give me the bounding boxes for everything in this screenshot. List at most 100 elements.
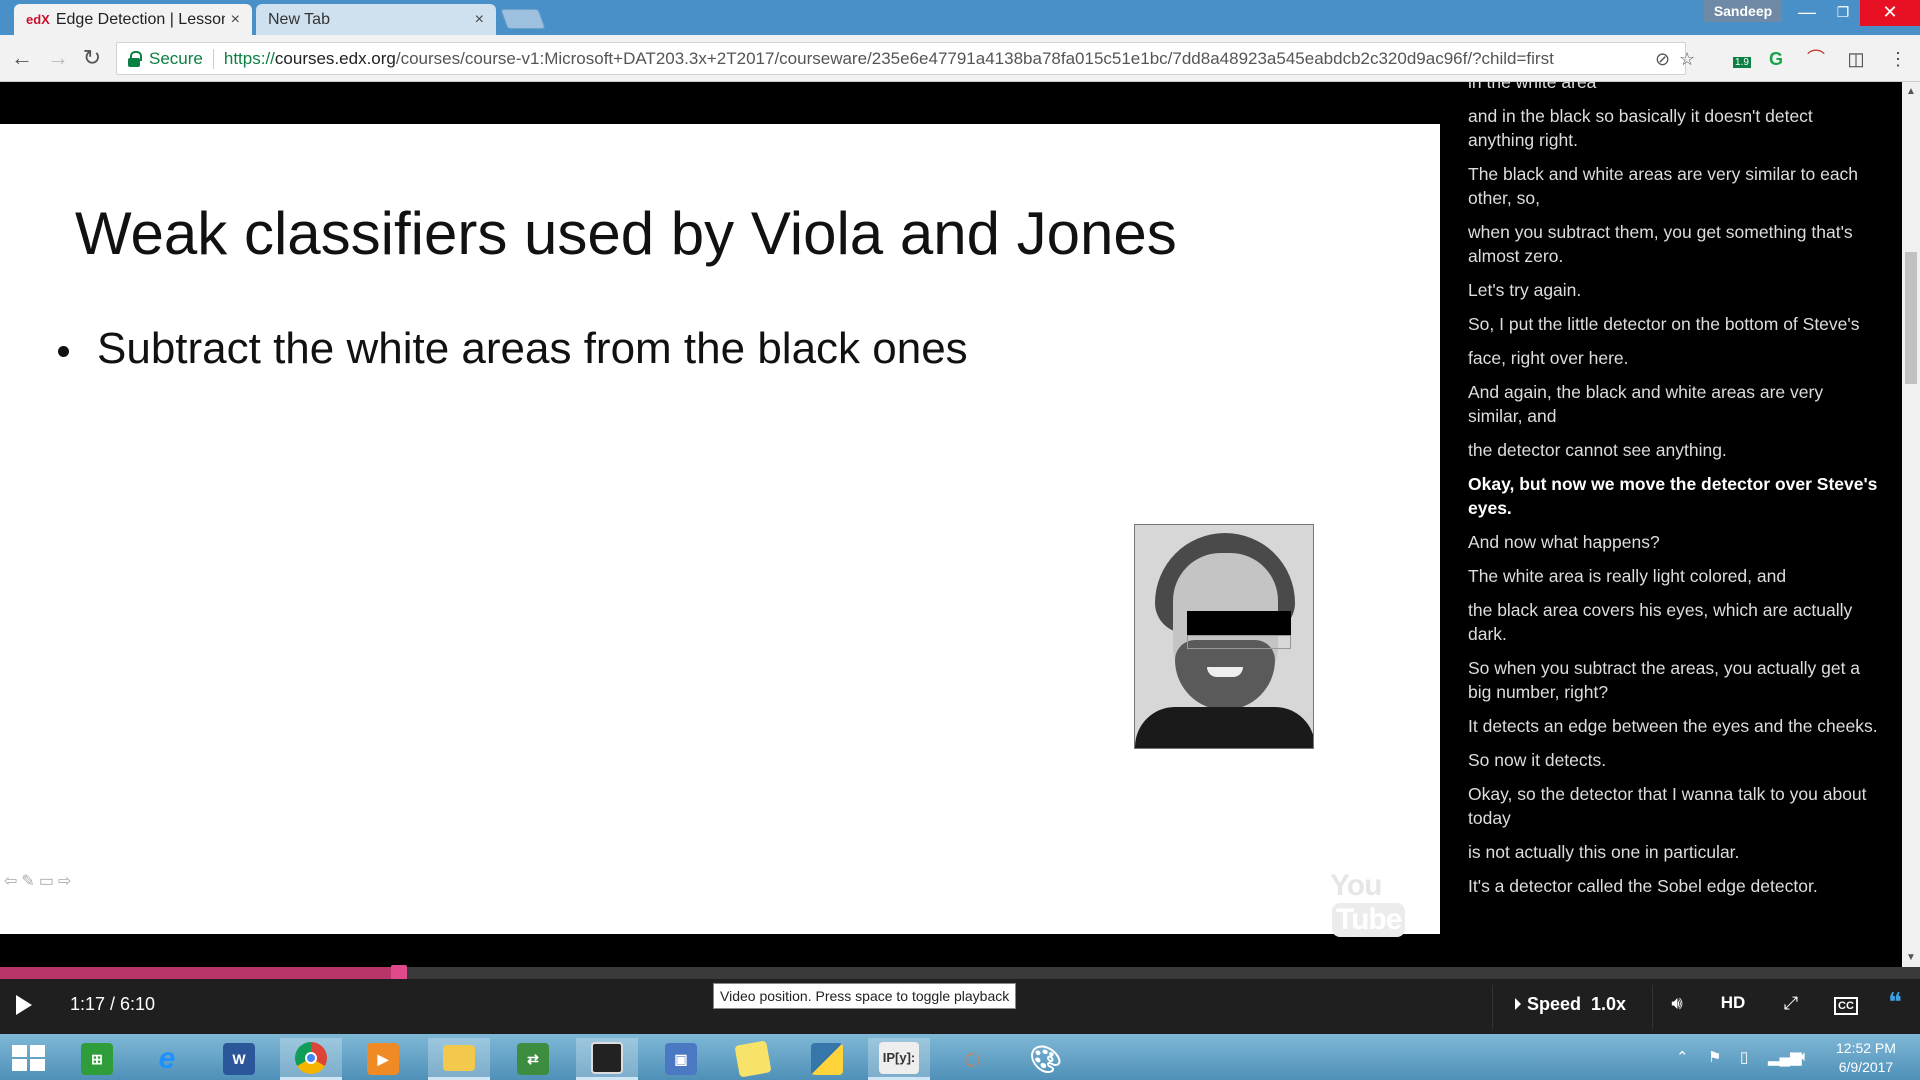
tab-edge-detection[interactable]: edX Edge Detection | Lesson × xyxy=(14,4,252,35)
url-scheme: https:// xyxy=(223,48,275,68)
url-text[interactable]: https://courses.edx.org/courses/course-v… xyxy=(224,49,1554,69)
detector-black-bar xyxy=(1187,611,1291,636)
extension-badge-icon[interactable]: 1.9 xyxy=(1728,45,1756,73)
transcript-panel: in the white area and in the black so bas… xyxy=(1440,82,1902,967)
action-flag-icon[interactable]: ⚑ xyxy=(1708,1048,1721,1066)
jupyter-icon[interactable]: ◌ xyxy=(942,1038,1004,1080)
transcript-line[interactable]: and in the black so basically it doesn't… xyxy=(1468,104,1878,152)
transcript-list: in the white area and in the black so bas… xyxy=(1468,82,1878,908)
speaker-icon[interactable]: 🔈︎ xyxy=(1800,1048,1809,1065)
video-player[interactable]: Weak classifiers used by Viola and Jones… xyxy=(0,82,1440,967)
transcript-line[interactable]: when you subtract them, you get somethin… xyxy=(1468,220,1878,268)
transcript-line[interactable]: It's a detector called the Sobel edge de… xyxy=(1468,874,1878,898)
slide-title: Weak classifiers used by Viola and Jones xyxy=(75,200,1177,267)
transcript-line[interactable]: And again, the black and white areas are… xyxy=(1468,380,1878,428)
speed-label: Speed xyxy=(1527,994,1582,1014)
scroll-up-icon[interactable]: ▲ xyxy=(1906,86,1916,97)
captions-button[interactable]: CC xyxy=(1834,997,1858,1015)
profile-button[interactable]: Sandeep xyxy=(1704,0,1782,22)
transcript-line[interactable]: Let's try again. xyxy=(1468,278,1878,302)
internet-explorer-icon[interactable]: e xyxy=(136,1038,198,1080)
transcript-line[interactable]: And now what happens? xyxy=(1468,530,1878,554)
terminal-icon[interactable] xyxy=(576,1038,638,1080)
url-host: courses.edx.org xyxy=(274,48,396,68)
forward-arrow-icon[interactable]: → xyxy=(44,45,72,73)
progress-tooltip: Video position. Press space to toggle pl… xyxy=(713,983,1017,1009)
transcript-line[interactable]: Okay, but now we move the detector over … xyxy=(1468,472,1878,520)
new-tab-button[interactable] xyxy=(500,9,546,29)
media-player-icon[interactable]: ▶ xyxy=(352,1038,414,1080)
fullscreen-icon[interactable]: ⤢ xyxy=(1774,993,1808,1014)
bullet-dot xyxy=(58,345,69,357)
tab-new-tab[interactable]: New Tab × xyxy=(256,4,496,35)
transcript-line[interactable]: Okay, so the detector that I wanna talk … xyxy=(1468,782,1878,830)
security-label: Secure xyxy=(149,48,203,68)
video-time: 1:17 / 6:10 xyxy=(70,994,156,1014)
network-signal-icon[interactable]: ▂▄▆ xyxy=(1768,1048,1802,1066)
transcript-line[interactable]: in the white area xyxy=(1468,82,1878,94)
word-icon[interactable]: W xyxy=(208,1038,270,1080)
speed-button[interactable]: Speed 1.0x xyxy=(1515,994,1626,1015)
chrome-icon[interactable] xyxy=(280,1038,342,1080)
tab-title: Edge Detection | Lesson xyxy=(55,10,225,28)
windows-start-icon[interactable] xyxy=(12,1045,46,1071)
watermark-text: You xyxy=(1330,869,1382,902)
transcript-toggle-icon[interactable]: ❝ xyxy=(1878,987,1912,1018)
volume-icon[interactable]: 🔊︎ xyxy=(1660,993,1694,1014)
python-icon[interactable] xyxy=(796,1038,858,1080)
transcript-line[interactable]: face, right over here. xyxy=(1468,346,1878,370)
paint-icon[interactable]: 🎨︎ xyxy=(1014,1038,1076,1080)
transcript-line[interactable]: is not actually this one in particular. xyxy=(1468,840,1878,864)
network-tool-icon[interactable]: ▣ xyxy=(650,1038,712,1080)
photo-mouth xyxy=(1207,667,1243,677)
store-icon[interactable]: ⊞ xyxy=(66,1038,128,1080)
browser-tab-strip: edX Edge Detection | Lesson × New Tab × … xyxy=(0,0,1920,35)
transcript-line[interactable]: the detector cannot see anything. xyxy=(1468,438,1878,462)
url-path: /courses/course-v1:Microsoft+DAT203.3x+2… xyxy=(395,48,1554,68)
transcript-line[interactable]: So, I put the little detector on the bot… xyxy=(1468,312,1878,336)
player-controls: 1:17 / 6:10 Video position. Press space … xyxy=(0,979,1920,1034)
speed-caret-icon xyxy=(1515,998,1521,1010)
password-manager-icon[interactable]: ◫ xyxy=(1842,45,1870,73)
grammarly-icon[interactable]: G xyxy=(1762,45,1790,73)
remote-tool-icon[interactable]: ⇄ xyxy=(502,1038,564,1080)
ipython-icon[interactable]: IP[y]: xyxy=(868,1038,930,1080)
windows-taskbar: ⊞ e W ▶ ⇄ ▣ IP[y]: ◌ 🎨︎ ⌃ ⚑ ▯ ▂▄▆ 🔈︎ 12:… xyxy=(0,1034,1920,1080)
transcript-line[interactable]: So when you subtract the areas, you actu… xyxy=(1468,656,1878,704)
tray-up-arrow-icon[interactable]: ⌃ xyxy=(1676,1048,1689,1066)
face-photo xyxy=(1134,524,1314,749)
transcript-line[interactable]: It detects an edge between the eyes and … xyxy=(1468,714,1878,738)
back-arrow-icon[interactable]: ← xyxy=(8,45,36,73)
bookmark-star-icon[interactable]: ☆ xyxy=(1679,49,1695,70)
sticky-notes-icon[interactable] xyxy=(722,1038,784,1080)
clock-date: 6/9/2017 xyxy=(1838,1059,1894,1075)
rainbow-extension-icon[interactable]: ⌒ xyxy=(1802,45,1830,73)
clock-time: 12:52 PM xyxy=(1836,1040,1896,1056)
blocked-cookie-icon[interactable]: ⊘ xyxy=(1655,49,1670,70)
address-bar[interactable]: Secure https://courses.edx.org/courses/c… xyxy=(116,42,1695,75)
transcript-line[interactable]: the black area covers his eyes, which ar… xyxy=(1468,598,1878,646)
system-clock[interactable]: 12:52 PM 6/9/2017 xyxy=(1836,1039,1896,1077)
chrome-menu-icon[interactable]: ⋮ xyxy=(1884,45,1912,73)
transcript-line[interactable]: So now it detects. xyxy=(1468,748,1878,772)
close-window-button[interactable]: ✕ xyxy=(1860,0,1920,26)
address-divider xyxy=(212,48,214,69)
edx-favicon-icon: edX xyxy=(26,12,50,27)
transcript-line[interactable]: The black and white areas are very simil… xyxy=(1468,162,1878,210)
tab-close-icon[interactable]: × xyxy=(475,11,484,29)
reload-icon[interactable]: ↻ xyxy=(78,45,106,73)
transcript-line[interactable]: The white area is really light colored, … xyxy=(1468,564,1878,588)
scrollbar-thumb[interactable] xyxy=(1905,252,1917,384)
youtube-watermark[interactable]: YouTube xyxy=(1330,869,1440,937)
video-progress-bar[interactable] xyxy=(0,965,1920,981)
hd-button[interactable]: HD xyxy=(1716,993,1750,1013)
file-explorer-icon[interactable] xyxy=(428,1038,490,1080)
transcript-scrollbar[interactable]: ▲ ▼ xyxy=(1902,82,1920,967)
photo-shirt xyxy=(1135,707,1313,748)
battery-icon[interactable]: ▯ xyxy=(1740,1048,1748,1066)
bullet-text: Subtract the white areas from the black … xyxy=(97,324,968,373)
play-icon[interactable] xyxy=(16,995,32,1015)
slide-frame: Weak classifiers used by Viola and Jones… xyxy=(0,124,1440,937)
scroll-down-icon[interactable]: ▼ xyxy=(1906,952,1916,963)
tab-close-icon[interactable]: × xyxy=(231,11,240,29)
